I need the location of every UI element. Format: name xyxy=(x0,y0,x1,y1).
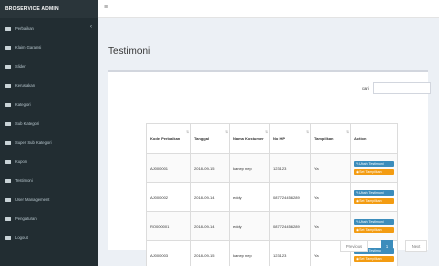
cell-kode: RO000001 xyxy=(146,211,191,241)
sidebar-item-logout[interactable]: Logout xyxy=(0,228,98,247)
cell-nama: kanep nep xyxy=(229,240,270,266)
sidebar-item-kategori[interactable]: Kategori xyxy=(0,95,98,114)
col-header-kode[interactable]: Kode Perbaikan ⇅ xyxy=(146,123,191,154)
sidebar-item-klaim-garansi[interactable]: Klaim Garansi xyxy=(0,38,98,57)
chevron-left-icon: ‹ xyxy=(90,24,92,30)
cell-nama: eddy xyxy=(229,211,270,241)
cell-hp: 123123 xyxy=(269,153,311,183)
sort-icon: ⇅ xyxy=(225,130,228,134)
sidebar-item-label: Kategori xyxy=(15,102,31,107)
sidebar-item-label: Kupon xyxy=(15,159,28,164)
ubah-testimoni-button[interactable]: ✎Ubah Testimoni xyxy=(354,219,394,226)
menu-icon xyxy=(5,216,11,221)
cell-tanggal: 2018-09-15 xyxy=(190,240,230,266)
col-header-tampilkan[interactable]: Tampilkan ⇅ xyxy=(310,123,351,154)
table-header-row: Kode Perbaikan ⇅ Tanggal ⇅ Nama Kostumer ⇅ … xyxy=(146,123,398,154)
menu-icon xyxy=(5,197,11,202)
cell-tampilkan: Ya xyxy=(310,182,351,212)
sidebar-item-super-sub-kategori[interactable]: Super Sub Kategori xyxy=(0,133,98,152)
col-header-action: Action xyxy=(350,123,398,154)
cell-hp: 123123 xyxy=(269,240,311,266)
set-tampilkan-button[interactable]: ◉Set Tampilkan xyxy=(354,168,394,175)
col-header-hp[interactable]: No HP ⇅ xyxy=(269,123,311,154)
ubah-testimoni-button[interactable]: ✎Ubah Testimoni xyxy=(354,190,394,197)
menu-icon xyxy=(5,26,11,31)
set-tampilkan-button[interactable]: ◉Set Tampilkan xyxy=(354,197,394,204)
cell-kode: AJ000001 xyxy=(146,153,191,183)
top-navbar: ≡ xyxy=(98,0,439,18)
sidebar-item-testimoni[interactable]: Testimoni xyxy=(0,171,98,190)
hamburger-icon[interactable]: ≡ xyxy=(104,4,108,12)
sidebar-item-user-management[interactable]: User Management xyxy=(0,190,98,209)
sidebar-item-kupon[interactable]: Kupon xyxy=(0,152,98,171)
sort-icon: ⇅ xyxy=(306,130,309,134)
ubah-testimoni-button[interactable]: ✎Ubah Testimoni xyxy=(354,161,394,168)
search-label: cari xyxy=(362,86,369,91)
table-row: AJ000002 2018-09-14 eddy 087724456289 Ya… xyxy=(146,182,398,212)
cell-tampilkan: Ya xyxy=(310,211,351,241)
sidebar-item-label: Klaim Garansi xyxy=(15,45,42,50)
cell-kode: AJ000002 xyxy=(146,182,191,212)
cell-kode: AJ000003 xyxy=(146,240,191,266)
sidebar-item-kerusakan[interactable]: Kerusakan xyxy=(0,76,98,95)
sidebar-item-label: Pengaturan xyxy=(15,216,37,221)
sidebar-item-label: Kerusakan xyxy=(15,83,36,88)
cell-nama: kanep nep xyxy=(229,153,270,183)
sort-icon: ⇅ xyxy=(186,130,189,134)
sidebar-item-label: Logout xyxy=(15,235,28,240)
sidebar-item-pengaturan[interactable]: Pengaturan xyxy=(0,209,98,228)
table-row: AJ000001 2018-09-15 kanep nep 123123 Ya … xyxy=(146,153,398,183)
menu-icon xyxy=(5,64,11,69)
table-row: RO000001 2018-09-14 eddy 087724456289 Ya… xyxy=(146,211,398,241)
col-header-tanggal[interactable]: Tanggal ⇅ xyxy=(190,123,230,154)
cell-tampilkan: Ya xyxy=(310,153,351,183)
sidebar-item-label: Sub Kategori xyxy=(15,121,40,126)
search-input[interactable] xyxy=(373,82,431,94)
sidebar-item-perbaikan[interactable]: Perbaikan ‹ xyxy=(0,19,98,38)
menu-icon xyxy=(5,83,11,88)
sidebar-menu: Perbaikan ‹ Klaim Garansi Slider Kerusaka… xyxy=(0,19,98,247)
sidebar-item-slider[interactable]: Slider xyxy=(0,57,98,76)
menu-icon xyxy=(5,159,11,164)
brand-logo[interactable]: BROSERVICE ADMIN xyxy=(0,0,98,18)
sidebar-item-label: Slider xyxy=(15,64,26,69)
pagination-previous-button[interactable]: Previous xyxy=(340,240,368,252)
col-header-nama[interactable]: Nama Kostumer ⇅ xyxy=(229,123,270,154)
sidebar-item-label: Perbaikan xyxy=(15,26,34,31)
cell-hp: 087724456289 xyxy=(269,182,311,212)
set-tampilkan-button[interactable]: ◉Set Tampilkan xyxy=(354,226,394,233)
cell-nama: eddy xyxy=(229,182,270,212)
menu-icon xyxy=(5,178,11,183)
sidebar-item-label: Testimoni xyxy=(15,178,33,183)
sort-icon: ⇅ xyxy=(265,130,268,134)
cell-tanggal: 2018-09-15 xyxy=(190,153,230,183)
menu-icon xyxy=(5,121,11,126)
pagination-next-button[interactable]: Next xyxy=(405,240,427,252)
cell-action: ✎Ubah Testimoni ◉Set Tampilkan xyxy=(350,182,398,212)
cell-action: ✎Ubah Testimoni ◉Set Tampilkan xyxy=(350,153,398,183)
cell-action: ✎Ubah Testimoni ◉Set Tampilkan xyxy=(350,211,398,241)
sidebar-item-label: User Management xyxy=(15,197,50,202)
page-title: Testimoni xyxy=(108,46,151,57)
menu-icon xyxy=(5,235,11,240)
cell-tanggal: 2018-09-14 xyxy=(190,182,230,212)
set-tampilkan-button[interactable]: ◉Set Tampilkan xyxy=(354,255,394,262)
sidebar-item-label: Super Sub Kategori xyxy=(15,140,52,145)
pagination-page-1-button[interactable]: 1 xyxy=(381,240,393,252)
sidebar-item-sub-kategori[interactable]: Sub Kategori xyxy=(0,114,98,133)
menu-icon xyxy=(5,45,11,50)
sort-icon: ⇅ xyxy=(346,130,349,134)
sidebar: BROSERVICE ADMIN Perbaikan ‹ Klaim Garans… xyxy=(0,0,98,266)
menu-icon xyxy=(5,140,11,145)
menu-icon xyxy=(5,102,11,107)
cell-tanggal: 2018-09-14 xyxy=(190,211,230,241)
cell-hp: 087724456289 xyxy=(269,211,311,241)
